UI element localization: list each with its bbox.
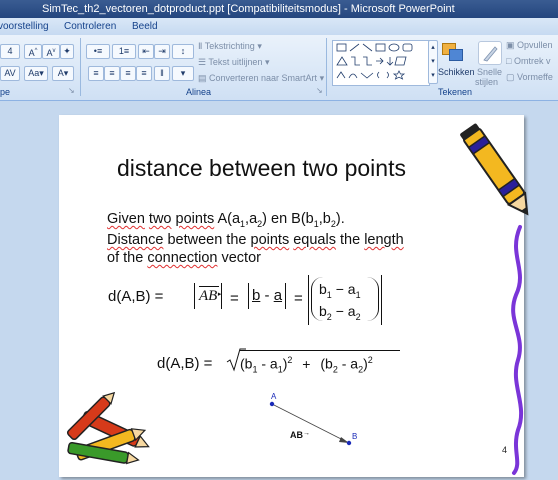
tab-view[interactable]: Beeld	[132, 21, 158, 32]
group-separator	[80, 38, 81, 96]
column-vector: b1 − a1 b2 − a2	[308, 275, 382, 325]
column-vector-row-1: b1 − a1	[319, 281, 361, 300]
column-vector-row-2: b2 − a2	[319, 303, 361, 322]
columns-button[interactable]: ‖	[154, 66, 170, 81]
text-direction-button[interactable]: Ⅱ Tekstrichting ▾	[198, 41, 262, 52]
increase-indent-button[interactable]: ⇥	[154, 44, 170, 59]
align-right-button[interactable]: ≡	[120, 66, 136, 81]
group-label-paragraph: Alinea	[186, 87, 212, 97]
shapes-icons	[336, 43, 413, 80]
ribbon: 4 A^ Av ✦ AV Aa▾ A▾ pe •≡ 1≡ ⇤ ⇥ ↕ ≡ ≡ ≡…	[0, 35, 558, 101]
crayons-pile-decoration	[66, 391, 150, 465]
ribbon-tabs: voorstelling Controleren Beeld	[0, 18, 558, 35]
decrease-indent-button[interactable]: ⇤	[138, 44, 154, 59]
formula-distance-coordinates[interactable]: d(A,B) =	[157, 355, 212, 372]
dialog-launcher-icon[interactable]: ↘	[68, 86, 75, 95]
shrink-font-button[interactable]: Av	[42, 44, 60, 59]
group-label-font: pe	[0, 87, 11, 97]
bullets-button[interactable]: •≡	[86, 44, 110, 59]
clear-format-button[interactable]: ✦	[60, 44, 74, 59]
vector-ab-label: AB→	[290, 430, 310, 440]
slide-title[interactable]: distance between two points	[117, 155, 406, 182]
brush-icon	[483, 46, 498, 62]
vector-line	[271, 403, 350, 444]
formula-lhs: d(A,B) =	[157, 355, 213, 372]
change-case-button[interactable]: Aa▾	[24, 66, 48, 81]
title-bar: SimTec_th2_vectoren_dotproduct.ppt [Comp…	[0, 0, 558, 18]
char-spacing-button[interactable]: AV	[0, 66, 20, 81]
formula-distance-vector[interactable]: d(A,B) =	[108, 288, 163, 305]
font-size-field[interactable]: 4	[0, 44, 20, 59]
line-spacing-button[interactable]: ↕	[172, 44, 194, 59]
body-line-3[interactable]: of the connection vector	[107, 250, 261, 266]
shape-outline-button[interactable]: □ Omtrek v	[506, 56, 550, 66]
vector-diagram	[269, 401, 352, 446]
arrow-icon: →	[303, 430, 310, 437]
vector-arrow	[199, 286, 220, 287]
tab-slideshow[interactable]: voorstelling	[0, 21, 49, 32]
justify-button[interactable]: ≡	[136, 66, 152, 81]
point-a-dot	[269, 401, 275, 407]
arrange-button[interactable]: Schikken	[438, 67, 475, 77]
font-color-button[interactable]: A▾	[52, 66, 74, 81]
grow-font-button[interactable]: A^	[24, 44, 42, 59]
body-line-1[interactable]: Given two points A(a1,a2) en B(b1,b2).	[107, 211, 345, 229]
vector-ab-text: AB ▸	[199, 283, 221, 309]
quick-styles-label-2[interactable]: stijlen	[475, 77, 498, 87]
shape-fill-button[interactable]: ▣ Opvullen	[506, 40, 553, 51]
quick-styles-label-1[interactable]: Snelle	[477, 67, 502, 77]
align-left-button[interactable]: ≡	[88, 66, 104, 81]
sqrt-radicand: (b1 - a1)2 + (b2 - a2)2	[240, 350, 400, 374]
align-text-button[interactable]: ☰ Tekst uitlijnen ▾	[198, 57, 269, 68]
group-label-drawing: Tekenen	[438, 87, 473, 97]
slide[interactable]: distance between two points Given two po…	[59, 115, 529, 477]
shapes-scroll[interactable]: ▴ ▾ ▾	[428, 40, 438, 84]
point-b-label: B	[352, 432, 358, 441]
numbering-button[interactable]: 1≡	[112, 44, 136, 59]
columns-dropdown-button[interactable]: ▾	[172, 66, 194, 81]
quick-styles-icon[interactable]	[478, 41, 502, 65]
purple-squiggle-decoration	[511, 225, 524, 475]
convert-smartart-button[interactable]: ▤ Converteren naar SmartArt ▾	[198, 73, 324, 84]
eq-sign-2: =	[294, 290, 303, 307]
dialog-launcher-icon[interactable]: ↘	[316, 86, 323, 95]
abs-b-minus-a: b - a	[248, 283, 287, 309]
tab-review[interactable]: Controleren	[64, 21, 116, 32]
fill-icon: ▣	[506, 40, 515, 50]
body-line-2[interactable]: Distance between the points equals the l…	[107, 232, 404, 248]
effects-icon: ▢	[506, 72, 515, 82]
arrange-icon[interactable]	[440, 41, 466, 65]
shapes-gallery[interactable]	[332, 40, 430, 86]
arrowhead-icon: ▸	[217, 290, 222, 298]
formula-lhs: d(A,B) =	[108, 288, 164, 305]
point-a-label: A	[271, 392, 277, 401]
align-center-button[interactable]: ≡	[104, 66, 120, 81]
crayon-decoration	[460, 123, 529, 216]
point-b-dot	[346, 440, 352, 446]
abs-vector-ab: AB ▸	[194, 283, 223, 309]
eq-sign-1: =	[230, 290, 239, 307]
shape-effects-button[interactable]: ▢ Vormeffe	[506, 72, 553, 83]
window-title: SimTec_th2_vectoren_dotproduct.ppt [Comp…	[42, 3, 455, 15]
group-separator	[326, 38, 327, 96]
outline-icon: □	[506, 56, 512, 66]
